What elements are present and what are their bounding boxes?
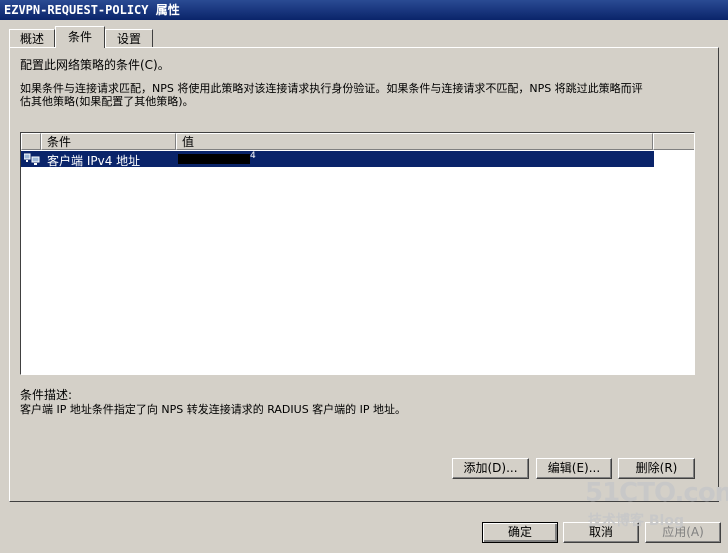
redacted-value-block [178, 154, 250, 164]
condition-description-text: 客户端 IP 地址条件指定了向 NPS 转发连接请求的 RADIUS 客户端的 … [20, 403, 407, 416]
tab-overview[interactable]: 概述 [9, 29, 55, 47]
conditions-heading: 配置此网络策略的条件(C)。 [20, 58, 170, 72]
list-header-spacer [21, 133, 41, 150]
watermark-tagline: 技术博客 Blog [588, 513, 684, 529]
table-row[interactable]: 客户端 IPv4 地址 4 [21, 151, 654, 168]
tab-conditions[interactable]: 条件 [55, 26, 105, 48]
conditions-description-line2: 估其他策略(如果配置了其他策略)。 [20, 95, 194, 108]
network-computers-icon [23, 152, 40, 166]
add-condition-button[interactable]: 添加(D)... [452, 458, 529, 479]
window-title: EZVPN-REQUEST-POLICY 属性 [0, 0, 728, 20]
row-condition: 客户端 IPv4 地址 [47, 154, 141, 168]
list-header-filler [653, 133, 694, 150]
row-value: 4 [250, 151, 256, 161]
ok-button[interactable]: 确定 [482, 522, 558, 543]
edit-condition-button[interactable]: 编辑(E)... [536, 458, 612, 479]
watermark-brand: 51CTO.com [585, 478, 728, 508]
conditions-list[interactable]: 条件 值 客户端 IPv4 地址 4 [20, 132, 695, 375]
column-header-condition[interactable]: 条件 [41, 133, 176, 150]
column-header-value[interactable]: 值 [176, 133, 653, 150]
tab-settings[interactable]: 设置 [105, 29, 153, 47]
delete-condition-button[interactable]: 删除(R) [618, 458, 695, 479]
